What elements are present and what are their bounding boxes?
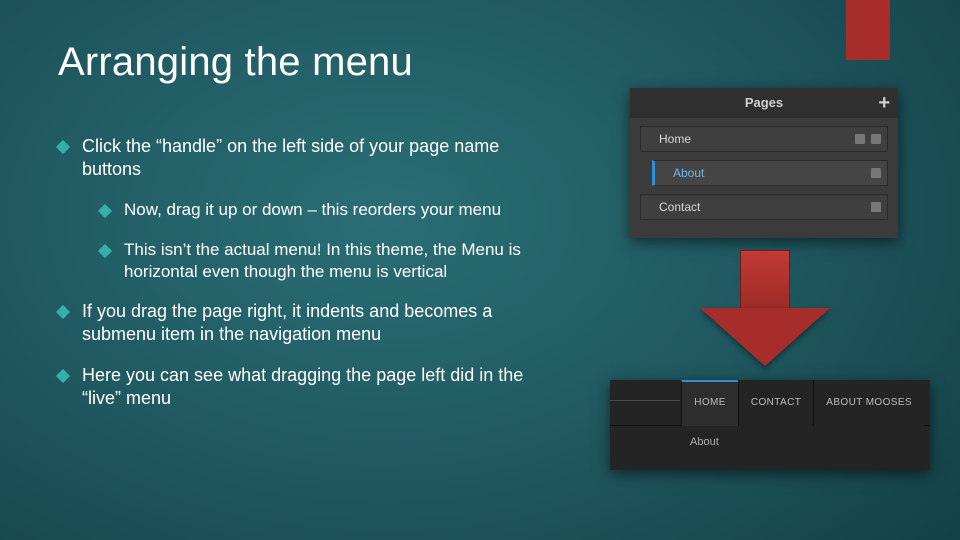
live-tab-contact[interactable]: CONTACT bbox=[738, 380, 813, 426]
live-tab-about-mooses[interactable]: ABOUT MOOSES bbox=[813, 380, 924, 426]
page-row-label: Home bbox=[659, 132, 691, 146]
page-row-actions bbox=[871, 195, 881, 212]
bullet-item: Here you can see what dragging the page … bbox=[58, 364, 558, 410]
down-arrow-graphic bbox=[700, 250, 830, 370]
live-submenu-about[interactable]: About bbox=[690, 436, 719, 448]
page-row-label: Contact bbox=[659, 200, 700, 214]
bullet-text: This isn’t the actual menu! In this them… bbox=[124, 239, 558, 283]
live-menu-tabs: HOME CONTACT ABOUT MOOSES bbox=[681, 380, 924, 426]
pages-panel: Pages + Home About Contact bbox=[630, 88, 898, 238]
page-row-actions bbox=[855, 127, 881, 144]
page-row-home[interactable]: Home bbox=[640, 126, 888, 152]
bullet-icon bbox=[98, 244, 112, 258]
bullet-icon bbox=[56, 140, 70, 154]
bullet-text: If you drag the page right, it indents a… bbox=[82, 300, 558, 346]
arrow-head-icon bbox=[700, 308, 830, 366]
bullet-text: Here you can see what dragging the page … bbox=[82, 364, 558, 410]
bullet-item: This isn’t the actual menu! In this them… bbox=[100, 239, 558, 283]
bullet-icon bbox=[98, 204, 112, 218]
divider-line bbox=[610, 400, 680, 401]
bullet-text: Click the “handle” on the left side of y… bbox=[82, 135, 558, 181]
duplicate-icon[interactable] bbox=[855, 134, 865, 144]
live-submenu-bar: About bbox=[610, 426, 930, 470]
bullet-icon bbox=[56, 305, 70, 319]
accent-tab bbox=[846, 0, 890, 60]
add-page-button[interactable]: + bbox=[878, 88, 890, 118]
slide-title: Arranging the menu bbox=[58, 40, 413, 85]
pages-panel-header: Pages + bbox=[630, 88, 898, 118]
page-row-label: About bbox=[673, 166, 704, 180]
bullet-icon bbox=[56, 369, 70, 383]
settings-icon[interactable] bbox=[871, 168, 881, 178]
page-row-about[interactable]: About bbox=[652, 160, 888, 186]
bullet-item: Click the “handle” on the left side of y… bbox=[58, 135, 558, 181]
page-row-actions bbox=[871, 161, 881, 178]
settings-icon[interactable] bbox=[871, 202, 881, 212]
bullet-list: Click the “handle” on the left side of y… bbox=[58, 135, 558, 428]
page-row-contact[interactable]: Contact bbox=[640, 194, 888, 220]
bullet-item: Now, drag it up or down – this reorders … bbox=[100, 199, 558, 221]
settings-icon[interactable] bbox=[871, 134, 881, 144]
pages-panel-title: Pages bbox=[745, 95, 783, 110]
live-menu-preview: HOME CONTACT ABOUT MOOSES About bbox=[610, 380, 930, 470]
arrow-shaft bbox=[740, 250, 790, 310]
bullet-text: Now, drag it up or down – this reorders … bbox=[124, 199, 558, 221]
live-tab-home[interactable]: HOME bbox=[681, 380, 738, 426]
live-menu-bar: HOME CONTACT ABOUT MOOSES bbox=[610, 380, 930, 426]
bullet-item: If you drag the page right, it indents a… bbox=[58, 300, 558, 346]
